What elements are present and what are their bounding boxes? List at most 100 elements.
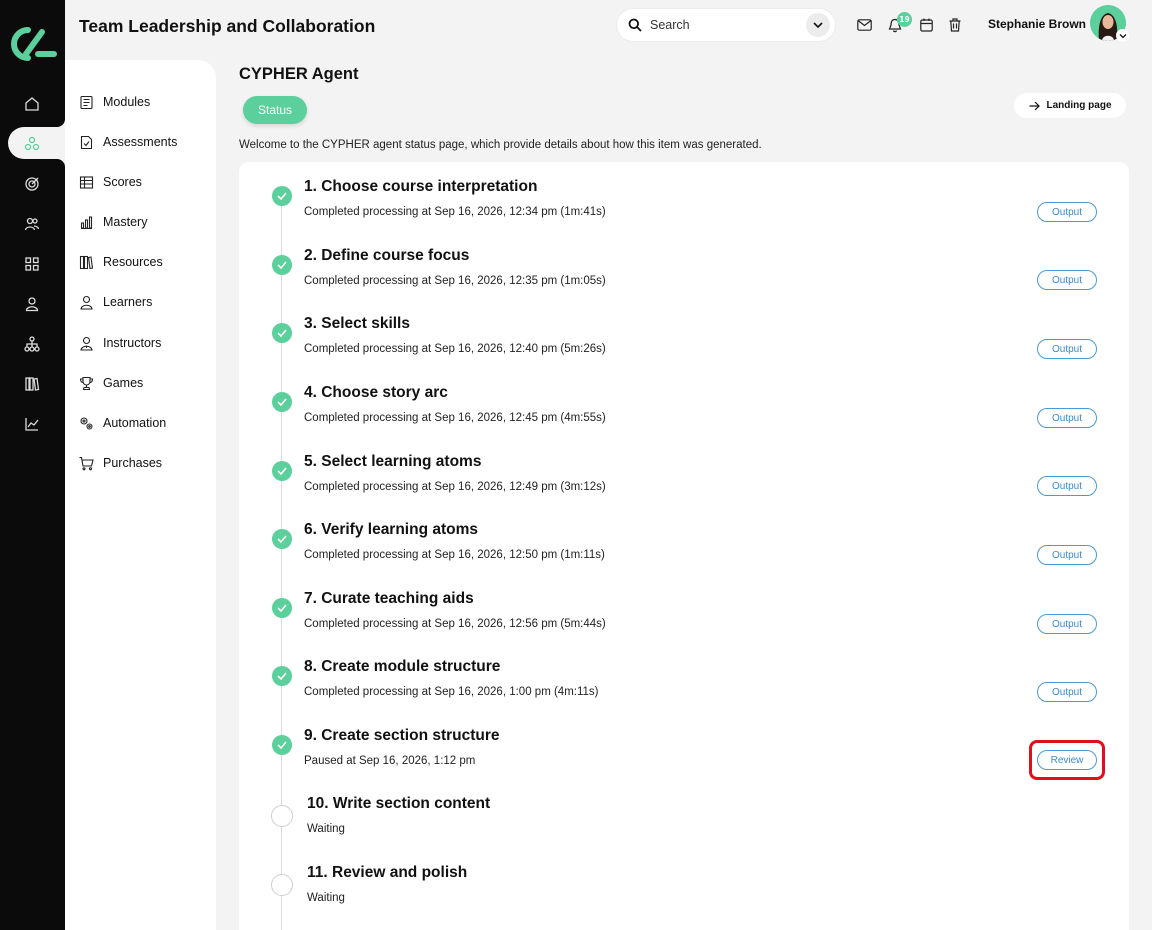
check-icon [272, 323, 292, 343]
subnav-item-assessments[interactable]: Assessments [79, 131, 177, 153]
step-item: 11. Review and polish Waiting [270, 864, 1110, 930]
output-button[interactable]: Output [1037, 682, 1097, 702]
output-button[interactable]: Output [1037, 476, 1097, 496]
review-highlight [1029, 740, 1105, 780]
library-icon[interactable] [22, 374, 42, 394]
output-button[interactable]: Output [1037, 270, 1097, 290]
subnav-item-purchases[interactable]: Purchases [79, 452, 162, 474]
mastery-icon [80, 215, 93, 229]
check-icon [272, 392, 292, 412]
subnav-label: Games [103, 376, 144, 390]
step-item: 5. Select learning atoms Completed proce… [270, 453, 1110, 521]
app-title: Team Leadership and Collaboration [79, 16, 376, 36]
step-status: Completed processing at Sep 16, 2026, 12… [304, 549, 605, 561]
step-item: 2. Define course focus Completed process… [270, 247, 1110, 315]
subnav-label: Automation [103, 416, 167, 430]
step-item: 10. Write section content Waiting [270, 795, 1110, 863]
automation-icon [80, 416, 93, 430]
instructors-icon [80, 336, 93, 351]
subnav-item-instructors[interactable]: Instructors [79, 332, 161, 354]
step-title: 6. Verify learning atoms [304, 521, 479, 538]
arrow-right-icon [1029, 101, 1040, 110]
hierarchy-icon[interactable] [22, 334, 42, 354]
step-title: 2. Define course focus [304, 247, 470, 264]
learners-icon [80, 295, 93, 310]
output-button[interactable]: Output [1037, 545, 1097, 565]
output-button[interactable]: Output [1037, 614, 1097, 634]
output-button[interactable]: Output [1037, 408, 1097, 428]
step-item: 8. Create module structure Completed pro… [270, 658, 1110, 726]
search-input[interactable] [650, 18, 800, 32]
step-status: Completed processing at Sep 16, 2026, 12… [304, 412, 606, 424]
search-box[interactable] [617, 9, 835, 41]
subnav-item-learners[interactable]: Learners [79, 291, 152, 313]
step-status: Waiting [307, 823, 345, 835]
step-item: 7. Curate teaching aids Completed proces… [270, 590, 1110, 658]
notification-badge: 19 [897, 12, 912, 27]
subnav-item-mastery[interactable]: Mastery [79, 211, 147, 233]
chevron-down-icon [813, 22, 823, 29]
rail-active-curve [57, 119, 65, 127]
step-title: 8. Create module structure [304, 658, 501, 675]
check-icon [272, 461, 292, 481]
grid-icon[interactable] [22, 254, 42, 274]
secondary-nav: Modules Assessments Scores Mastery Resou… [65, 60, 216, 930]
subnav-label: Learners [103, 295, 153, 309]
people-icon[interactable] [22, 214, 42, 234]
step-title: 3. Select skills [304, 315, 410, 332]
pending-icon [271, 805, 293, 827]
step-item: 4. Choose story arc Completed processing… [270, 384, 1110, 452]
target-icon[interactable] [22, 174, 42, 194]
subnav-label: Assessments [103, 135, 178, 149]
subnav-item-resources[interactable]: Resources [79, 251, 163, 273]
check-icon [272, 186, 292, 206]
trash-icon[interactable] [946, 16, 964, 34]
step-title: 10. Write section content [307, 795, 491, 812]
subnav-item-scores[interactable]: Scores [79, 171, 142, 193]
chart-icon[interactable] [22, 414, 42, 434]
step-item: 3. Select skills Completed processing at… [270, 315, 1110, 383]
step-status: Completed processing at Sep 16, 2026, 12… [304, 275, 606, 287]
step-item: 1. Choose course interpretation Complete… [270, 178, 1110, 246]
step-title: 4. Choose story arc [304, 384, 448, 401]
brand-logo[interactable] [6, 24, 58, 64]
check-icon [272, 735, 292, 755]
rail-active-curve [57, 159, 65, 167]
check-icon [272, 666, 292, 686]
subnav-item-games[interactable]: Games [79, 372, 143, 394]
step-status: Completed processing at Sep 16, 2026, 12… [304, 618, 606, 630]
mail-icon[interactable] [855, 16, 873, 34]
output-button[interactable]: Output [1037, 339, 1097, 359]
check-icon [272, 529, 292, 549]
modules-icon [80, 95, 93, 109]
page-title: CYPHER Agent [239, 65, 359, 83]
step-status: Paused at Sep 16, 2026, 1:12 pm [304, 755, 476, 767]
person-icon[interactable] [22, 294, 42, 314]
landing-page-button[interactable]: Landing page [1014, 93, 1126, 118]
calendar-icon[interactable] [917, 16, 935, 34]
step-status: Completed processing at Sep 16, 2026, 12… [304, 481, 606, 493]
search-dropdown-button[interactable] [806, 13, 830, 37]
step-status: Completed processing at Sep 16, 2026, 1:… [304, 686, 599, 698]
step-title: 7. Curate teaching aids [304, 590, 474, 607]
pending-icon [271, 874, 293, 896]
subnav-label: Modules [103, 95, 151, 109]
subnav-item-modules[interactable]: Modules [79, 91, 150, 113]
games-icon [79, 376, 94, 390]
home-icon[interactable] [22, 94, 42, 114]
step-title: 11. Review and polish [307, 864, 468, 881]
chevron-down-icon[interactable] [1116, 29, 1129, 42]
scores-icon [79, 175, 94, 189]
subnav-label: Mastery [103, 215, 148, 229]
step-title: 1. Choose course interpretation [304, 178, 538, 195]
subnav-label: Resources [103, 255, 163, 269]
subnav-label: Scores [103, 175, 142, 189]
tab-status[interactable]: Status [243, 96, 307, 124]
subnav-item-automation[interactable]: Automation [79, 412, 166, 434]
output-button[interactable]: Output [1037, 202, 1097, 222]
subnav-label: Instructors [103, 336, 162, 350]
subnav-label: Purchases [103, 456, 163, 470]
step-status: Waiting [307, 892, 345, 904]
network-icon[interactable] [22, 134, 42, 154]
check-icon [272, 598, 292, 618]
